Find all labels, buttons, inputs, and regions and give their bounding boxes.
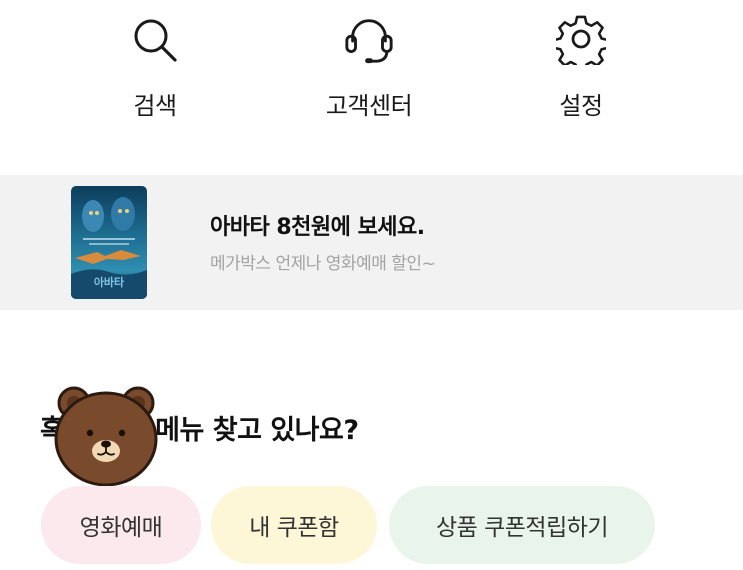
chip-product-coupon-points[interactable]: 상품 쿠폰적립하기: [389, 486, 655, 564]
chip-my-coupons[interactable]: 내 쿠폰함: [211, 486, 377, 564]
gear-icon: [555, 14, 607, 66]
search-menu-label: 검색: [133, 92, 177, 120]
headset-icon: [343, 14, 395, 66]
customer-center-label: 고객센터: [325, 92, 413, 120]
chip-movie-booking[interactable]: 영화예매: [41, 486, 201, 564]
search-menu-button[interactable]: 검색: [80, 14, 230, 121]
settings-button[interactable]: 설정: [506, 14, 656, 121]
quick-menu: 검색 고객센터 설정: [0, 0, 743, 175]
settings-label: 설정: [559, 92, 603, 120]
brown-bear-character-icon: [52, 381, 160, 489]
promo-banner[interactable]: 아바타 아바타 8천원에 보세요. 메가박스 언제나 영화예매 할인~: [0, 175, 743, 310]
search-icon: [129, 14, 181, 66]
banner-subtitle: 메가박스 언제나 영화예매 할인~: [210, 254, 436, 274]
poster-title-text: 아바타: [94, 275, 125, 289]
banner-title: 아바타 8천원에 보세요.: [210, 215, 425, 240]
customer-center-button[interactable]: 고객센터: [294, 14, 444, 121]
movie-poster-image: 아바타: [71, 186, 147, 299]
